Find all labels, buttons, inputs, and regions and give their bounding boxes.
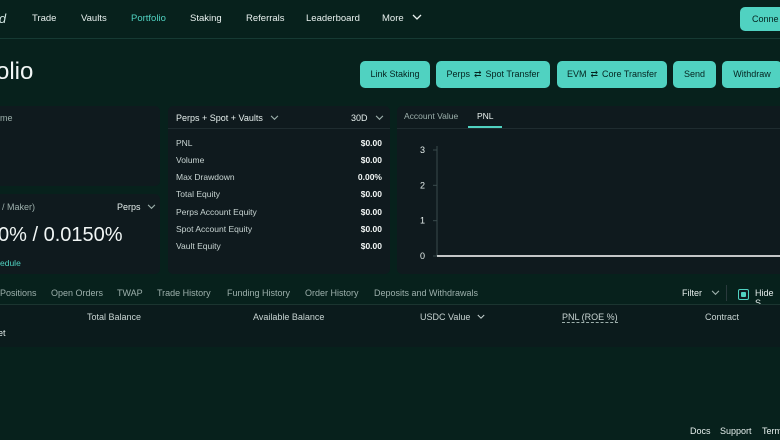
y-tick-label: 0: [420, 251, 425, 261]
chevron-down-icon: [711, 290, 719, 296]
volume-label: me: [0, 113, 13, 123]
nav-item-staking[interactable]: Staking: [190, 13, 222, 24]
divider: [397, 128, 780, 129]
footer-support-link[interactable]: Support: [720, 426, 752, 436]
volume-panel: [0, 106, 160, 186]
send-button[interactable]: Send: [673, 61, 716, 88]
divider: [726, 285, 727, 301]
fee-rates: 0% / 0.0150%: [0, 224, 123, 246]
chevron-down-icon: [375, 115, 384, 121]
nav-item-more-label: More: [382, 13, 404, 24]
chevron-down-icon: [147, 204, 156, 210]
stat-label-volume: Volume: [176, 155, 205, 165]
core-transfer-label: Core Transfer: [602, 69, 658, 79]
divider: [168, 128, 390, 129]
y-tick-label: 3: [420, 145, 425, 155]
nav-item-leaderboard[interactable]: Leaderboard: [306, 13, 360, 24]
tab-deposits-withdrawals[interactable]: Deposits and Withdrawals: [374, 288, 478, 298]
spot-transfer-label: Spot Transfer: [485, 69, 540, 79]
perps-label: Perps: [446, 69, 470, 79]
summary-selector[interactable]: Perps + Spot + Vaults: [176, 113, 279, 123]
column-pnl-roe[interactable]: PNL (ROE %): [562, 312, 618, 323]
y-tick-label: 2: [420, 180, 425, 190]
footer-docs-link[interactable]: Docs: [690, 426, 711, 436]
swap-icon: ⇄: [473, 69, 482, 79]
column-total-balance: Total Balance: [87, 312, 142, 322]
tab-order-history[interactable]: Order History: [305, 288, 359, 298]
nav-item-more[interactable]: More: [382, 13, 422, 24]
evm-label: EVM: [566, 69, 587, 79]
stat-label-pnl: PNL: [176, 138, 193, 148]
pnl-chart: 3 2 1 0: [420, 145, 780, 261]
summary-selector-label: Perps + Spot + Vaults: [176, 113, 263, 123]
fees-selector[interactable]: Perps: [117, 202, 156, 212]
period-selector-label: 30D: [351, 113, 368, 123]
column-usdc-value[interactable]: USDC Value: [420, 312, 485, 322]
withdraw-button[interactable]: Withdraw: [722, 61, 780, 88]
chevron-down-icon: [271, 115, 279, 121]
stat-value-total-equity: $0.00: [360, 189, 382, 199]
tab-funding-history[interactable]: Funding History: [227, 288, 290, 298]
chevron-down-icon: [477, 314, 485, 319]
fees-selector-label: Perps: [117, 202, 141, 212]
connect-button[interactable]: Conne: [740, 7, 780, 31]
y-tick-label: 1: [420, 216, 425, 226]
tab-twap[interactable]: TWAP: [117, 288, 143, 298]
nav-item-referrals[interactable]: Referrals: [246, 13, 285, 24]
footer-terms-link[interactable]: Term: [762, 426, 780, 436]
stat-label-vault-equity: Vault Equity: [176, 241, 221, 251]
tab-trade-history[interactable]: Trade History: [157, 288, 211, 298]
stat-label-total-equity: Total Equity: [176, 189, 220, 199]
stat-value-volume: $0.00: [360, 155, 382, 165]
column-usdc-value-label: USDC Value: [420, 312, 471, 322]
checkbox-fill: [741, 292, 746, 297]
stat-value-perps-equity: $0.00: [360, 207, 382, 217]
tab-pnl[interactable]: PNL: [477, 111, 494, 121]
hide-small-checkbox[interactable]: [738, 289, 749, 300]
tab-open-orders[interactable]: Open Orders: [51, 288, 103, 298]
swap-icon: ⇄: [590, 69, 599, 79]
perps-spot-transfer-button[interactable]: Perps ⇄ Spot Transfer: [436, 61, 550, 88]
stat-label-spot-equity: Spot Account Equity: [176, 224, 253, 234]
filter-label: Filter: [682, 288, 702, 298]
stat-value-pnl: $0.00: [360, 138, 382, 148]
stat-value-vault-equity: $0.00: [360, 241, 382, 251]
page-title: olio: [0, 58, 34, 85]
chevron-down-icon: [412, 14, 422, 20]
nav-item-vaults[interactable]: Vaults: [81, 13, 107, 24]
stat-label-max-drawdown: Max Drawdown: [176, 172, 235, 182]
fee-schedule-link[interactable]: edule: [0, 258, 21, 268]
logo[interactable]: id: [0, 11, 6, 26]
stat-value-spot-equity: $0.00: [360, 224, 382, 234]
nav-item-trade[interactable]: Trade: [32, 13, 56, 24]
tab-positions[interactable]: Positions: [0, 288, 37, 298]
stat-value-max-drawdown: 0.00%: [357, 172, 382, 182]
tab-account-value[interactable]: Account Value: [404, 111, 458, 121]
column-contract: Contract: [705, 312, 740, 322]
filter-dropdown[interactable]: Filter: [682, 288, 720, 298]
link-staking-button[interactable]: Link Staking: [360, 61, 430, 88]
evm-core-transfer-button[interactable]: EVM ⇄ Core Transfer: [557, 61, 667, 88]
nav-item-portfolio[interactable]: Portfolio: [131, 13, 166, 24]
period-selector[interactable]: 30D: [351, 113, 384, 123]
fees-label: / Maker): [2, 202, 36, 212]
table-row-label: et: [0, 328, 6, 338]
column-available-balance: Available Balance: [253, 312, 325, 322]
stat-label-perps-equity: Perps Account Equity: [176, 207, 257, 217]
